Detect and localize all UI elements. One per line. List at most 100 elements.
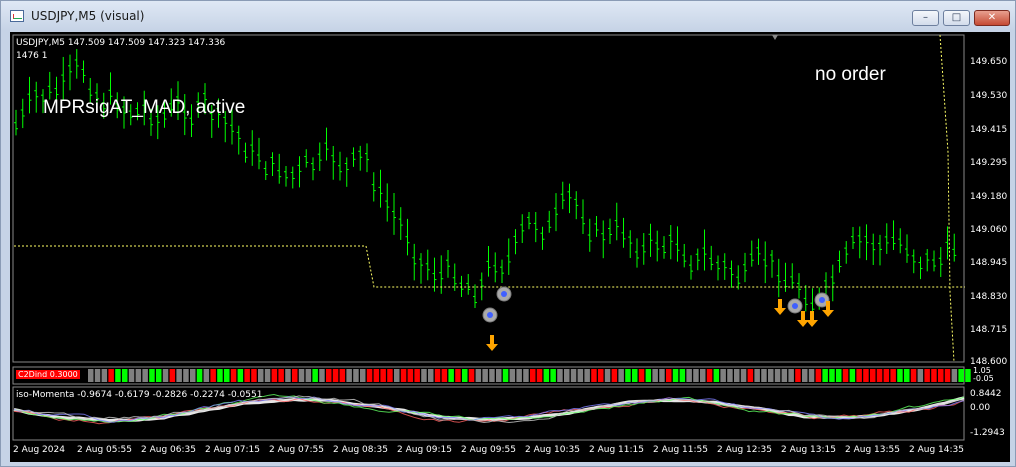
c2d-block [360,369,366,382]
c2d-block [326,369,332,382]
c2d-block [224,369,230,382]
c2d-block [876,369,883,382]
window-title: USDJPY,M5 (visual) [31,9,145,23]
price-axis-label: 148.715 [970,325,1008,335]
signal-dot-icon [819,297,825,303]
c2d-block [781,369,788,382]
c2d-block [203,369,210,382]
c2d-block [564,369,570,382]
c2d-block [856,369,862,382]
bar-count-label: 1476 1 [16,51,48,61]
c2d-block [591,369,597,382]
c2d-block [468,369,475,382]
price-axis-label: 149.650 [970,57,1008,67]
signal-dot-icon [487,312,493,318]
c2d-block [686,369,692,382]
c2d-block [536,369,543,382]
c2d-block [740,369,747,382]
c2d-block [958,369,964,382]
time-axis-label: 2 Aug 06:35 [141,445,196,455]
sell-arrow-icon [774,299,786,315]
c2d-block [183,369,189,382]
time-axis-label: 2 Aug 05:55 [77,445,132,455]
chart-canvas[interactable]: USDJPY,M5 147.509 147.509 147.323 147.33… [10,32,1010,462]
c2d-block [808,369,815,382]
c2d-block [870,369,876,382]
time-axis-label: 2 Aug 07:55 [269,445,324,455]
c2d-block [802,369,808,382]
order-status-label: no order [815,64,886,85]
c2d-block [441,369,448,382]
sell-arrow-icon [797,311,809,327]
c2d-block [659,369,665,382]
time-axis-label: 2 Aug 2024 [13,445,65,455]
c2d-block [863,369,869,382]
c2d-block [645,369,652,382]
c2d-block [523,369,529,382]
c2d-block [584,369,590,382]
c2d-block [598,369,604,382]
price-axis-label: 148.830 [970,292,1008,302]
c2d-block [795,369,801,382]
c2d-block [156,369,162,382]
c2d-block [448,369,454,382]
time-axis-label: 2 Aug 14:35 [909,445,964,455]
c2d-block [428,369,434,382]
time-axis-label: 2 Aug 07:15 [205,445,260,455]
momentum-axis-label: 0.8442 [970,389,1002,399]
c2d-block [353,369,359,382]
c2d-block [666,369,672,382]
c2d-block [298,369,305,382]
symbol-ohlc-label: USDJPY,M5 147.509 147.509 147.323 147.33… [16,38,226,48]
price-axis-label: 149.415 [970,125,1008,135]
c2d-block [965,369,971,382]
c2d-block [570,369,577,382]
c2d-block [931,369,937,382]
chart-window-icon [10,10,24,22]
c2d-block [421,369,427,382]
c2d-block [822,369,828,382]
c2d-block [944,369,951,382]
c2d-block [380,369,386,382]
c2d-panel-label: C2Dind 0.3000 [16,370,80,379]
maximize-button[interactable]: □ [943,10,970,26]
time-axis-label: 2 Aug 09:15 [397,445,452,455]
c2d-block [890,369,896,382]
c2d-block [720,369,726,382]
c2d-block [101,369,108,382]
c2d-block [217,369,223,382]
c2d-block [292,369,298,382]
c2d-block [604,369,611,382]
ea-status-label: MPRsigAT_MAD, active [43,97,246,118]
close-button[interactable]: ✕ [974,10,1010,26]
signal-dot-icon [792,303,798,309]
c2d-block [366,369,373,382]
c2d-block [264,369,271,382]
c2d-block [285,369,291,382]
c2d-block [917,369,924,382]
c2d-block [339,369,346,382]
c2d-block [135,369,142,382]
title-bar[interactable]: USDJPY,M5 (visual) – □ ✕ [1,1,1015,31]
minimize-button[interactable]: – [912,10,939,26]
c2d-block [577,369,584,382]
c2d-block [754,369,760,382]
c2d-block [815,369,822,382]
c2d-block [910,369,917,382]
time-axis-label: 2 Aug 12:35 [717,445,772,455]
c2d-block [836,369,842,382]
c2d-block [346,369,352,382]
c2d-block [162,369,169,382]
c2d-block [502,369,509,382]
shift-marker [772,35,778,40]
c2d-block [706,369,713,382]
c2d-block [638,369,645,382]
mt-chart-window: USDJPY,M5 (visual) – □ ✕ USDJPY,M5 147.5… [0,0,1016,467]
c2d-block [94,369,101,382]
c2d-block [496,369,502,382]
c2d-axis-bottom: -0.05 [973,374,994,383]
c2d-block [149,369,155,382]
time-axis-label: 2 Aug 13:15 [781,445,836,455]
c2d-block [108,369,114,382]
c2d-block [625,369,631,382]
